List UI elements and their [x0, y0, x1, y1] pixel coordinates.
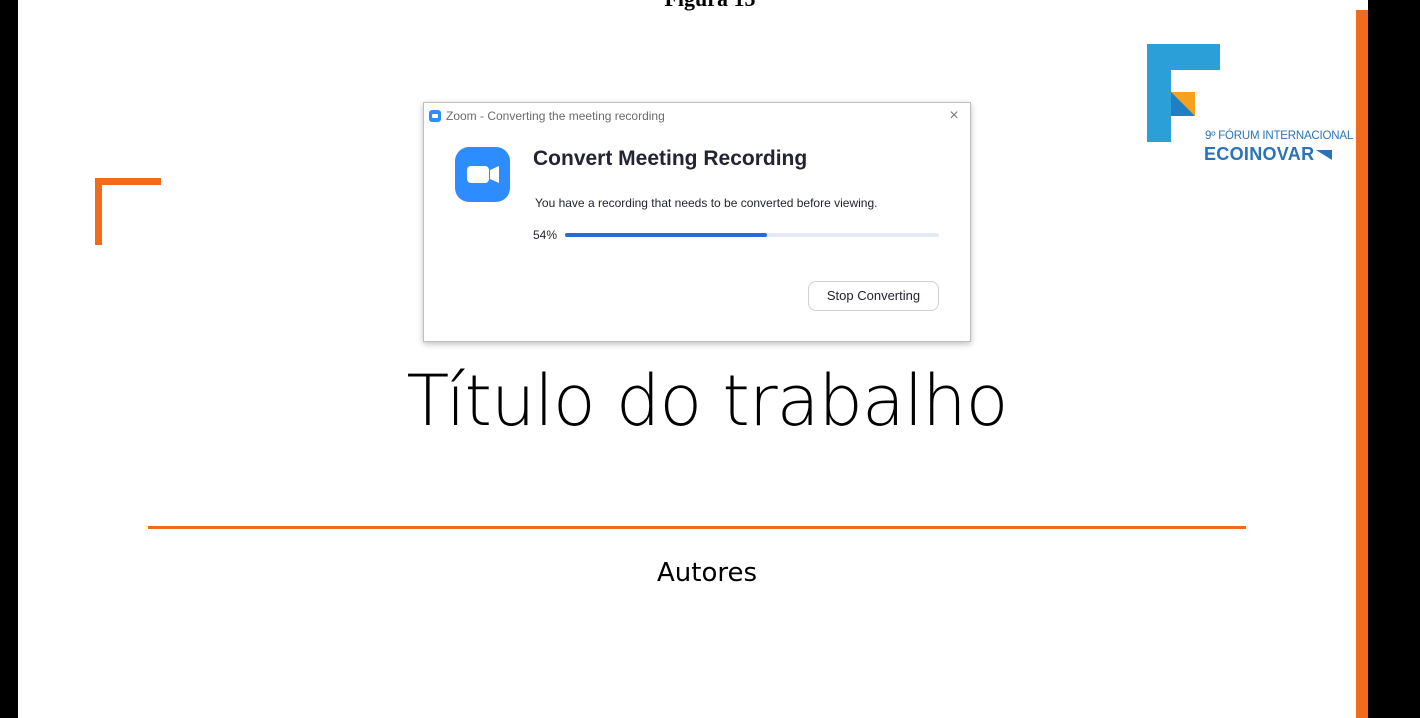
- camera-body: [467, 166, 489, 183]
- zoom-small-icon: [429, 110, 441, 122]
- logo-subtitle: 9º FÓRUM INTERNACIONAL: [1205, 130, 1354, 142]
- left-border-bar: [0, 0, 18, 718]
- corner-accent-vertical: [95, 178, 102, 245]
- progress-percent-label: 54%: [533, 228, 558, 242]
- dialog-message: You have a recording that needs to be co…: [535, 196, 878, 210]
- camera-lens: [490, 166, 499, 183]
- logo-title-text: ECOINOVAR: [1204, 144, 1315, 164]
- progress-bar-fill: [565, 233, 767, 237]
- logo-triangle-icon: [1316, 150, 1333, 161]
- slide-stage: Figura 15 9º FÓRUM INTERNACIONAL ECOINOV…: [0, 0, 1420, 718]
- dialog-window-title: Zoom - Converting the meeting recording: [446, 109, 665, 123]
- zoom-convert-dialog: Zoom - Converting the meeting recording …: [423, 102, 971, 342]
- close-icon[interactable]: ×: [944, 106, 964, 126]
- figure-caption: Figura 15: [600, 0, 820, 12]
- dialog-heading: Convert Meeting Recording: [533, 147, 808, 170]
- logo-title: ECOINOVAR: [1204, 144, 1333, 165]
- zoom-camera-icon: [455, 147, 510, 202]
- stop-converting-button[interactable]: Stop Converting: [808, 281, 939, 311]
- title-divider: [148, 526, 1246, 529]
- right-border-bar: [1368, 0, 1420, 718]
- corner-accent-horizontal: [95, 178, 161, 185]
- dialog-titlebar: Zoom - Converting the meeting recording …: [424, 103, 970, 129]
- progress-bar: [565, 233, 939, 237]
- slide-authors: Autores: [656, 558, 758, 588]
- slide-title: Título do trabalho: [406, 360, 1009, 442]
